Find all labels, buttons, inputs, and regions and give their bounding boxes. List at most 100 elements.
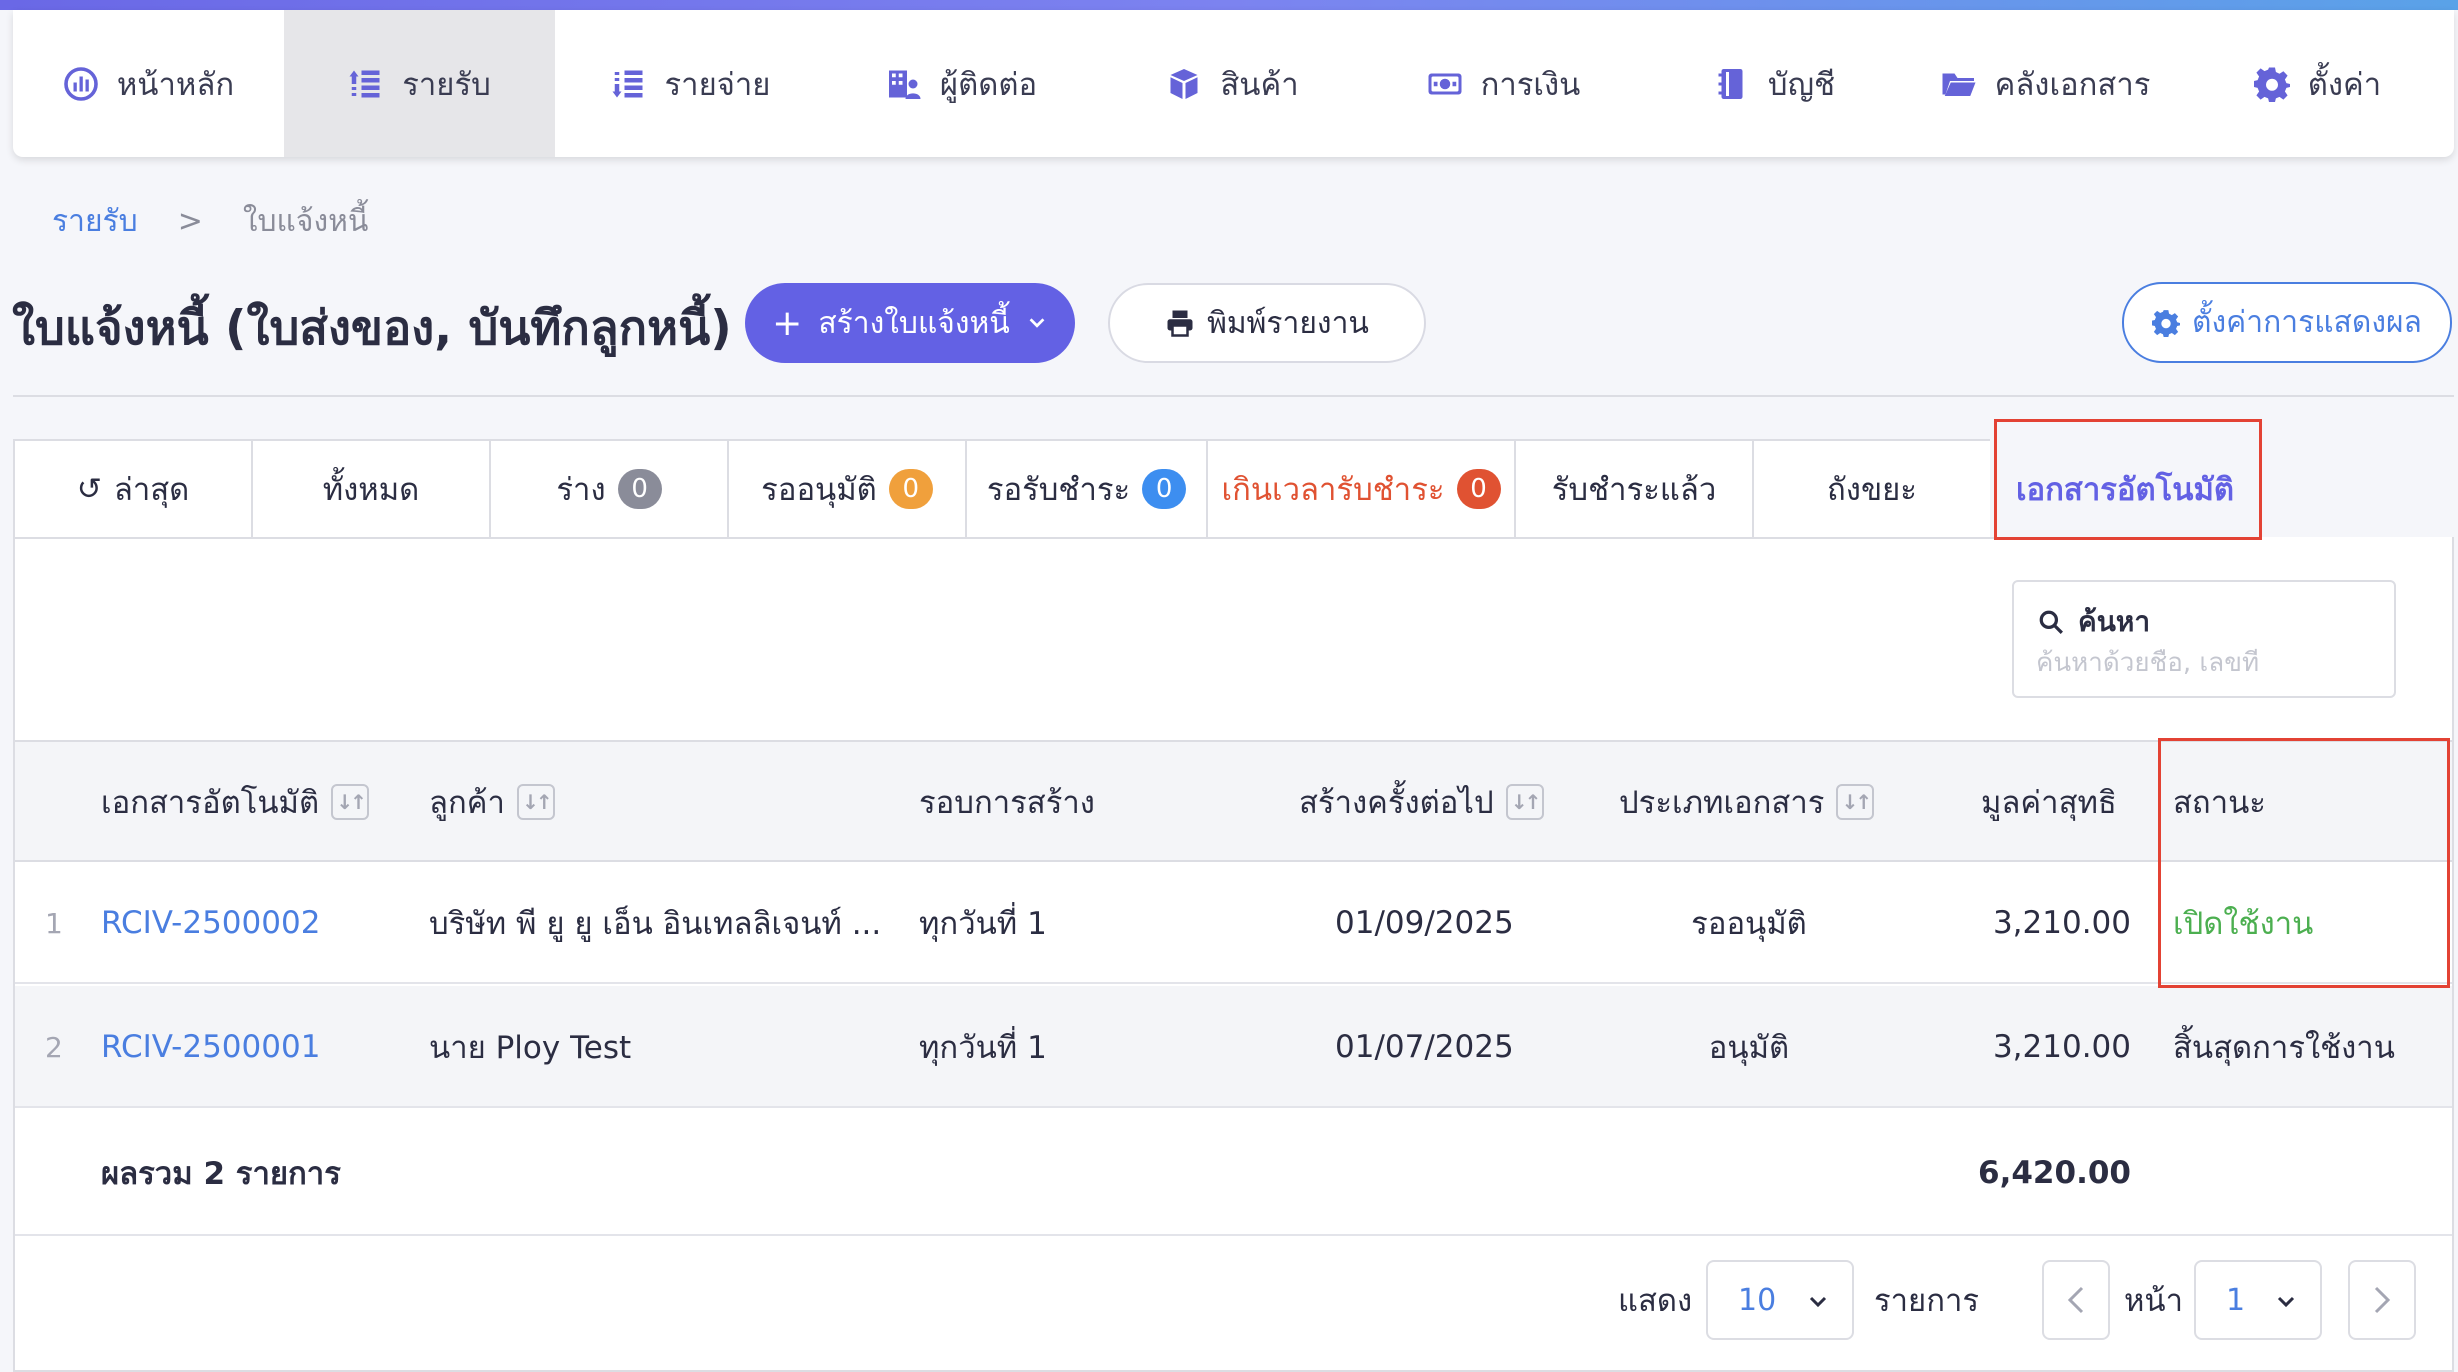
- sort-icon[interactable]: ↓↑: [1836, 784, 1875, 820]
- tab-label: รอรับชำระ: [986, 472, 1131, 508]
- cycle-value: ทุกวันที่ 1: [919, 906, 1047, 942]
- count-badge: 0: [1142, 469, 1187, 509]
- income-icon: [349, 70, 380, 97]
- prev-page-button[interactable]: [2042, 1260, 2110, 1340]
- page-size-value: 10: [1738, 1282, 1777, 1318]
- nav-item-expense[interactable]: รายจ่าย: [555, 10, 826, 157]
- history-icon: ↺: [76, 471, 102, 507]
- next-page-button[interactable]: [2348, 1260, 2416, 1340]
- print-report-button[interactable]: พิมพ์รายงาน: [1108, 283, 1426, 363]
- column-header-doc-type[interactable]: ประเภทเอกสาร ↓↑: [1619, 742, 1875, 862]
- table-row[interactable]: 2 RCIV-2500001 นาย Ploy Test ทุกวันที่ 1…: [15, 986, 2452, 1108]
- dashboard-icon: [64, 66, 98, 101]
- column-header-next-run[interactable]: สร้างครั้งต่อไป ↓↑: [1299, 742, 1544, 862]
- column-header-label: เอกสารอัตโนมัติ: [101, 785, 320, 821]
- tab-label: ร่าง: [556, 472, 606, 508]
- create-invoice-label: สร้างใบแจ้งหนี้: [818, 305, 1010, 341]
- tab-recurring-documents[interactable]: เอกสารอัตโนมัติ: [1990, 439, 2260, 539]
- status-value: สิ้นสุดการใช้งาน: [2173, 1030, 2395, 1066]
- nav-item-label: บัญชี: [1767, 66, 1836, 103]
- folder-icon: [1942, 73, 1976, 96]
- main-nav: หน้าหลัก รายรับ รายจ่าย ผู้ติดต่อ สินค้า…: [13, 10, 2454, 157]
- document-number-link[interactable]: RCIV-2500002: [101, 862, 320, 984]
- tab-label: เอกสารอัตโนมัติ: [2015, 472, 2235, 508]
- create-invoice-button[interactable]: + สร้างใบแจ้งหนี้: [745, 283, 1075, 363]
- sort-icon[interactable]: ↓↑: [1505, 784, 1544, 820]
- print-report-label: พิมพ์รายงาน: [1207, 305, 1369, 341]
- count-badge: 0: [617, 469, 662, 509]
- search-input[interactable]: [2036, 648, 2376, 678]
- tab-label: ถังขยะ: [1827, 472, 1917, 508]
- show-label: แสดง: [1618, 1283, 1693, 1319]
- column-header-cycle: รอบการสร้าง: [919, 742, 1095, 862]
- nav-item-label: รายจ่าย: [664, 66, 771, 103]
- breadcrumb-parent-link[interactable]: รายรับ: [52, 198, 138, 245]
- tab-label: ล่าสุด: [113, 472, 190, 508]
- page-size-select[interactable]: 10: [1706, 1260, 1854, 1340]
- table-header: เอกสารอัตโนมัติ ↓↑ ลูกค้า ↓↑ รอบการสร้าง…: [15, 740, 2452, 862]
- nav-item-label: ผู้ติดต่อ: [939, 66, 1038, 103]
- tab-overdue[interactable]: เกินเวลารับชำระ 0: [1206, 439, 1514, 539]
- chevron-left-icon: [2067, 1286, 2084, 1314]
- total-amount: 6,420.00: [1978, 1155, 2131, 1191]
- table-row[interactable]: 1 RCIV-2500002 บริษัท พี ยู ยู เอ็น อินเ…: [15, 862, 2452, 984]
- document-number-link[interactable]: RCIV-2500001: [101, 986, 320, 1108]
- status-value: เปิดใช้งาน: [2173, 906, 2314, 942]
- expense-icon: [612, 70, 643, 97]
- nav-item-label: สินค้า: [1220, 66, 1299, 103]
- breadcrumb-separator: >: [177, 204, 203, 239]
- nav-item-contacts[interactable]: ผู้ติดต่อ: [826, 10, 1097, 157]
- nav-item-finance[interactable]: การเงิน: [1368, 10, 1639, 157]
- column-header-label: ลูกค้า: [429, 785, 505, 821]
- tab-label: ทั้งหมด: [322, 472, 420, 508]
- cycle-value: ทุกวันที่ 1: [919, 1030, 1047, 1066]
- column-header-label: รอบการสร้าง: [919, 785, 1095, 821]
- tab-awaiting-payment[interactable]: รอรับชำระ 0: [965, 439, 1206, 539]
- nav-item-income[interactable]: รายรับ: [284, 10, 555, 157]
- breadcrumb: รายรับ > ใบแจ้งหนี้: [52, 198, 368, 245]
- search-icon: [2039, 610, 2063, 634]
- breadcrumb-current: ใบแจ้งหนี้: [242, 204, 369, 239]
- column-header-customer[interactable]: ลูกค้า ↓↑: [429, 742, 555, 862]
- doc-type-value: อนุมัติ: [1708, 1030, 1790, 1066]
- nav-item-label: คลังเอกสาร: [1994, 66, 2151, 103]
- tab-latest[interactable]: ↺ ล่าสุด: [13, 439, 251, 539]
- nav-item-label: การเงิน: [1480, 66, 1581, 103]
- column-header-label: ประเภทเอกสาร: [1619, 785, 1825, 821]
- printer-icon: [1167, 310, 1193, 337]
- tab-draft[interactable]: ร่าง 0: [489, 439, 727, 539]
- nav-item-label: หน้าหลัก: [116, 66, 235, 103]
- page-number-select[interactable]: 1: [2194, 1260, 2322, 1340]
- nav-item-settings[interactable]: ตั้งค่า: [2181, 10, 2454, 157]
- display-settings-label: ตั้งค่าการแสดงผล: [2192, 305, 2422, 340]
- tab-trash[interactable]: ถังขยะ: [1752, 439, 1990, 539]
- tab-label: รออนุมัติ: [761, 472, 877, 508]
- tab-awaiting-approval[interactable]: รออนุมัติ 0: [727, 439, 965, 539]
- row-index: 2: [45, 1030, 63, 1064]
- customer-name: บริษัท พี ยู ยู เอ็น อินเทลลิเจนท์ ...: [429, 906, 882, 942]
- nav-item-documents[interactable]: คลังเอกสาร: [1910, 10, 2181, 157]
- nav-item-accounting[interactable]: บัญชี: [1639, 10, 1910, 157]
- column-header-status: สถานะ: [2173, 742, 2266, 862]
- tab-paid[interactable]: รับชำระแล้ว: [1514, 439, 1752, 539]
- header-divider: [13, 395, 2454, 397]
- column-header-net-amount: มูลค่าสุทธิ: [1981, 742, 2117, 862]
- doc-type-value: รออนุมัติ: [1691, 906, 1807, 942]
- net-amount: 3,210.00: [1992, 1029, 2131, 1065]
- tab-all[interactable]: ทั้งหมด: [251, 439, 489, 539]
- search-box: ค้นหา: [2012, 580, 2396, 698]
- chevron-down-icon: [2277, 1296, 2295, 1308]
- display-settings-button[interactable]: ตั้งค่าการแสดงผล: [2122, 282, 2452, 363]
- next-run-date: 01/09/2025: [1335, 905, 1514, 941]
- column-header-document[interactable]: เอกสารอัตโนมัติ ↓↑: [101, 742, 370, 862]
- page-label: หน้า: [2124, 1283, 2184, 1319]
- nav-item-dashboard[interactable]: หน้าหลัก: [13, 10, 284, 157]
- chevron-down-icon: [1809, 1296, 1827, 1308]
- search-label-group: ค้นหา: [2038, 600, 2150, 644]
- sort-icon[interactable]: ↓↑: [331, 784, 370, 820]
- sort-icon[interactable]: ↓↑: [516, 784, 555, 820]
- nav-item-products[interactable]: สินค้า: [1097, 10, 1368, 157]
- top-accent-bar: [0, 0, 2458, 10]
- box-icon: [1170, 68, 1198, 99]
- total-label: ผลรวม 2 รายการ: [101, 1156, 341, 1192]
